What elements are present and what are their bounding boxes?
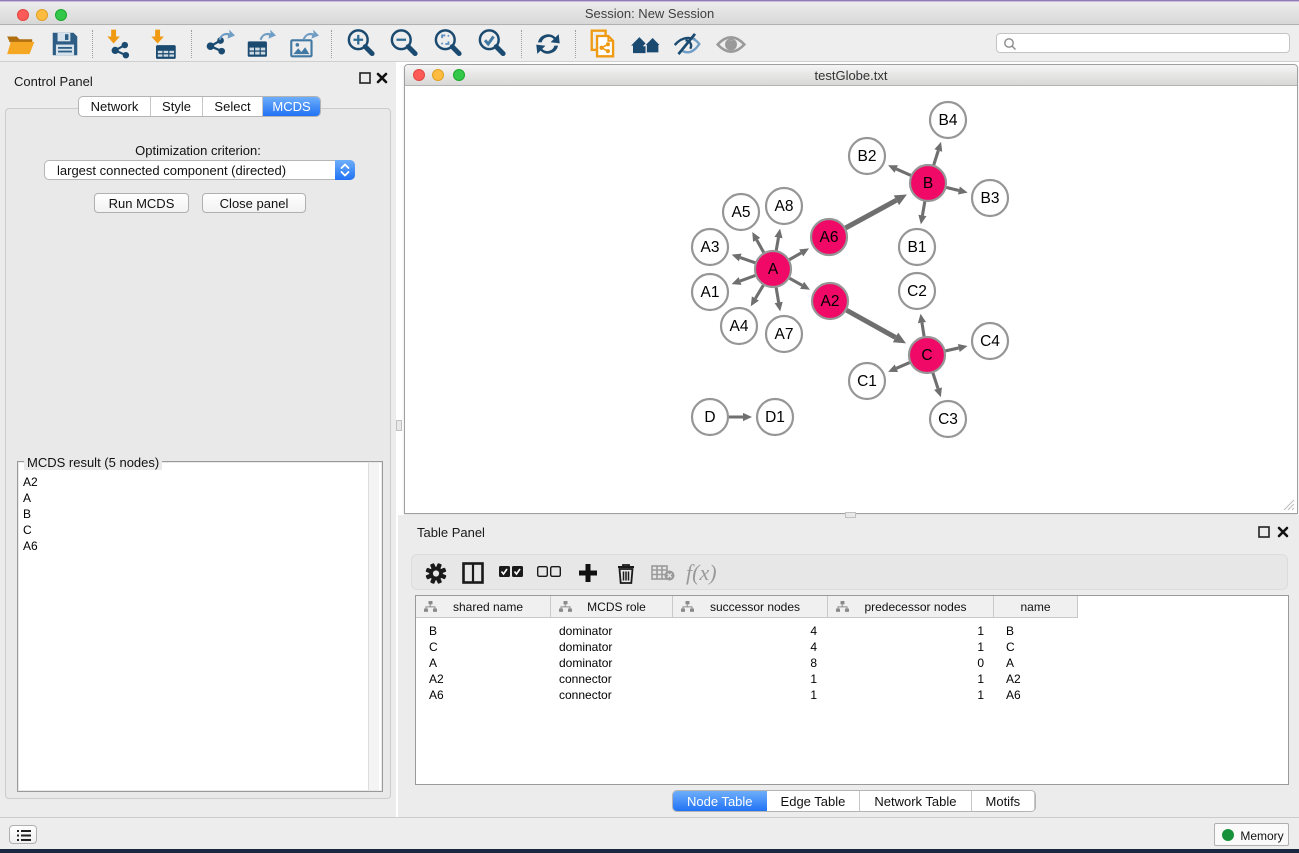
svg-text:B: B xyxy=(923,175,933,192)
svg-text:A4: A4 xyxy=(730,318,749,335)
svg-text:B1: B1 xyxy=(908,239,927,256)
svg-text:A3: A3 xyxy=(701,239,720,256)
svg-text:A8: A8 xyxy=(775,198,794,215)
svg-text:A2: A2 xyxy=(821,293,840,310)
svg-text:A5: A5 xyxy=(732,204,751,221)
svg-text:C4: C4 xyxy=(980,333,1000,350)
svg-text:C2: C2 xyxy=(907,283,927,300)
svg-text:A6: A6 xyxy=(820,229,839,246)
svg-text:B2: B2 xyxy=(858,148,877,165)
svg-text:C1: C1 xyxy=(857,373,877,390)
svg-text:B3: B3 xyxy=(981,190,1000,207)
svg-text:C: C xyxy=(921,347,932,364)
svg-text:A7: A7 xyxy=(775,326,794,343)
svg-text:C3: C3 xyxy=(938,411,958,428)
svg-text:B4: B4 xyxy=(939,112,958,129)
svg-text:D: D xyxy=(704,409,715,426)
svg-text:D1: D1 xyxy=(765,409,785,426)
svg-text:A1: A1 xyxy=(701,284,720,301)
svg-text:A: A xyxy=(768,261,779,278)
